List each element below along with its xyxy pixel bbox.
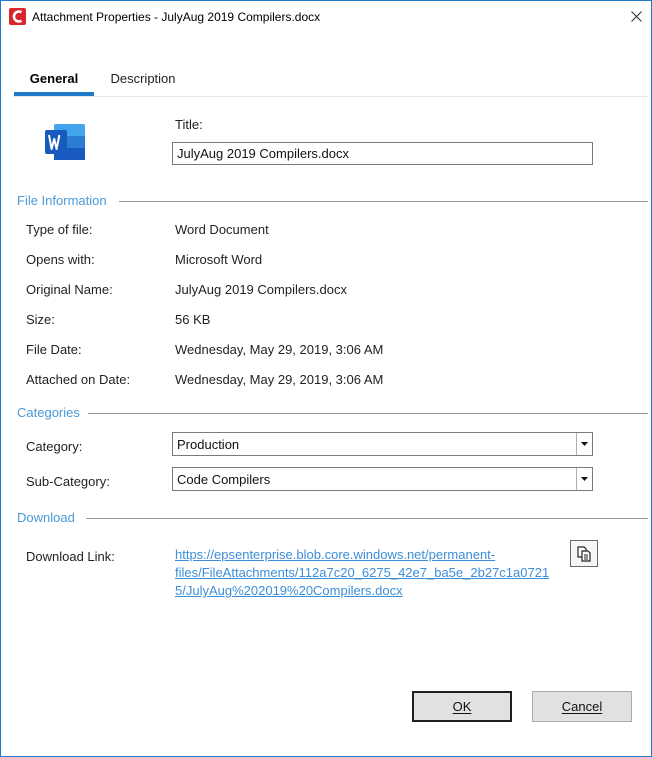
sub-category-selected-value: Code Compilers	[177, 472, 271, 487]
download-link-line: files/FileAttachments/112a7c20_6275_42e7…	[175, 565, 550, 580]
category-select[interactable]: Production	[172, 432, 593, 456]
attached-on-date-value: Wednesday, May 29, 2019, 3:06 AM	[175, 372, 384, 387]
type-of-file-value: Word Document	[175, 222, 269, 237]
size-value: 56 KB	[175, 312, 211, 327]
download-link[interactable]: https://epsenterprise.blob.core.windows.…	[175, 546, 555, 600]
size-label: Size:	[26, 312, 55, 327]
close-button[interactable]	[621, 1, 651, 32]
section-divider	[86, 518, 648, 519]
window-title: Attachment Properties - JulyAug 2019 Com…	[32, 10, 321, 24]
section-divider	[119, 201, 648, 202]
app-logo-icon	[9, 8, 26, 25]
category-label: Category:	[26, 439, 83, 454]
original-name-value: JulyAug 2019 Compilers.docx	[175, 282, 347, 297]
copy-link-button[interactable]	[570, 540, 598, 567]
ok-button[interactable]: OK	[412, 691, 512, 722]
file-date-label: File Date:	[26, 342, 82, 357]
section-divider	[88, 413, 648, 414]
sub-category-select[interactable]: Code Compilers	[172, 467, 593, 491]
title-bar: Attachment Properties - JulyAug 2019 Com…	[1, 1, 651, 32]
attachment-properties-dialog: Attachment Properties - JulyAug 2019 Com…	[0, 0, 652, 757]
dropdown-arrow-icon	[581, 442, 588, 446]
opens-with-label: Opens with:	[26, 252, 95, 267]
tab-description[interactable]: Description	[100, 59, 186, 97]
category-selected-value: Production	[177, 437, 240, 452]
download-link-label: Download Link:	[26, 549, 115, 564]
tab-divider	[14, 96, 648, 97]
type-of-file-label: Type of file:	[26, 222, 93, 237]
ok-button-label: OK	[452, 699, 472, 714]
file-information-section-title: File Information	[17, 193, 107, 208]
download-link-line: 5/JulyAug%202019%20Compilers.docx	[175, 583, 403, 598]
categories-section-title: Categories	[17, 405, 80, 420]
title-label: Title:	[175, 117, 203, 132]
sub-category-label: Sub-Category:	[26, 474, 110, 489]
category-dropdown-button[interactable]	[576, 433, 592, 455]
file-date-value: Wednesday, May 29, 2019, 3:06 AM	[175, 342, 384, 357]
download-link-line: https://epsenterprise.blob.core.windows.…	[175, 547, 496, 562]
word-document-icon	[44, 122, 86, 162]
close-icon	[630, 11, 642, 22]
cancel-button-label: Cancel	[561, 699, 603, 714]
original-name-label: Original Name:	[26, 282, 113, 297]
sub-category-dropdown-button[interactable]	[576, 468, 592, 490]
title-input[interactable]	[172, 142, 593, 165]
attached-on-date-label: Attached on Date:	[26, 372, 131, 387]
opens-with-value: Microsoft Word	[175, 252, 263, 267]
copy-icon	[577, 545, 591, 562]
dropdown-arrow-icon	[581, 477, 588, 481]
cancel-button[interactable]: Cancel	[532, 691, 632, 722]
download-section-title: Download	[17, 510, 75, 525]
